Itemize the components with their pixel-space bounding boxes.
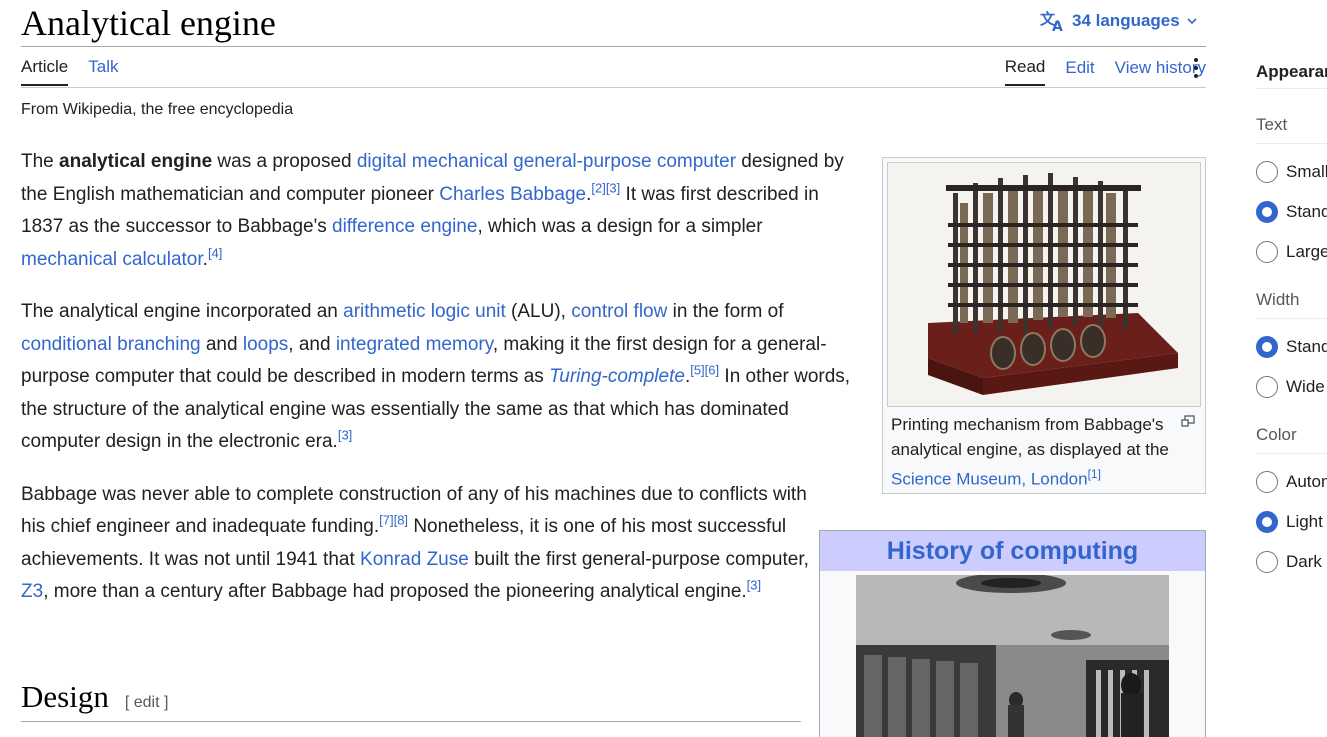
radio-button-icon bbox=[1256, 201, 1278, 223]
paragraph-history: Babbage was never able to complete const… bbox=[21, 483, 809, 603]
link-difference-engine[interactable]: difference engine bbox=[332, 216, 477, 237]
link-control-flow[interactable]: control flow bbox=[571, 301, 667, 322]
radio-label: Automatic bbox=[1286, 472, 1327, 491]
namespace-tabs: Article Talk bbox=[21, 57, 118, 86]
navbox-title[interactable]: History of computing bbox=[820, 531, 1205, 571]
radio-color-dark[interactable]: Dark bbox=[1256, 542, 1327, 582]
radio-text-standard[interactable]: Standard bbox=[1256, 192, 1327, 232]
radio-text-large[interactable]: Large bbox=[1256, 232, 1327, 272]
page-title: Analytical engine bbox=[21, 3, 276, 43]
site-tagline: From Wikipedia, the free encyclopedia bbox=[21, 101, 294, 118]
citation[interactable]: [4] bbox=[208, 245, 222, 260]
radio-label: Standard bbox=[1286, 202, 1327, 221]
link-z3[interactable]: Z3 bbox=[21, 581, 43, 602]
radio-button-icon bbox=[1256, 511, 1278, 533]
section-divider bbox=[21, 721, 801, 722]
tab-talk[interactable]: Talk bbox=[88, 57, 118, 86]
link-loops[interactable]: loops bbox=[243, 334, 288, 355]
svg-text:A: A bbox=[1052, 19, 1063, 32]
tab-edit[interactable]: Edit bbox=[1065, 58, 1094, 85]
radio-width-standard[interactable]: Standard bbox=[1256, 327, 1327, 367]
analytical-engine-image[interactable] bbox=[887, 162, 1201, 407]
image-caption: Printing mechanism from Babbage's analyt… bbox=[887, 407, 1201, 492]
radio-label: Large bbox=[1286, 242, 1327, 261]
image-infobox: Printing mechanism from Babbage's analyt… bbox=[882, 157, 1206, 494]
bold-term: analytical engine bbox=[59, 151, 213, 172]
paragraph-intro: The analytical engine was a proposed dig… bbox=[21, 151, 844, 270]
citation[interactable]: [7][8] bbox=[379, 513, 408, 528]
enlarge-icon[interactable] bbox=[1181, 415, 1195, 427]
article-body: The analytical engine was a proposed dig… bbox=[21, 146, 851, 629]
link-turing-complete[interactable]: Turing-complete bbox=[549, 366, 685, 387]
section-title: Design bbox=[21, 679, 109, 714]
radio-button-icon bbox=[1256, 161, 1278, 183]
panel-divider bbox=[1256, 88, 1327, 89]
chevron-down-icon bbox=[1186, 16, 1198, 26]
link-mechanical-calculator[interactable]: mechanical calculator bbox=[21, 249, 203, 270]
view-tabs: Read Edit View history bbox=[1004, 57, 1206, 86]
panel-divider bbox=[1256, 143, 1327, 144]
radio-label: Standard bbox=[1286, 337, 1327, 356]
panel-divider bbox=[1256, 318, 1327, 319]
more-options-icon[interactable] bbox=[1189, 56, 1203, 80]
eniac-photo[interactable] bbox=[856, 575, 1169, 737]
tab-article[interactable]: Article bbox=[21, 57, 69, 86]
radio-button-icon bbox=[1256, 336, 1278, 358]
radio-label: Small bbox=[1286, 162, 1327, 181]
appearance-panel: Appearance Text Small Standard Large Wid… bbox=[1256, 60, 1327, 737]
text-size-label: Text bbox=[1256, 115, 1288, 134]
radio-color-automatic[interactable]: Automatic bbox=[1256, 462, 1327, 502]
link-konrad-zuse[interactable]: Konrad Zuse bbox=[360, 549, 469, 570]
link-conditional-branching[interactable]: conditional branching bbox=[21, 334, 201, 355]
link-charles-babbage[interactable]: Charles Babbage bbox=[439, 184, 586, 205]
appearance-title: Appearance bbox=[1256, 62, 1327, 81]
tabs-divider bbox=[21, 87, 1206, 88]
link-integrated-memory[interactable]: integrated memory bbox=[336, 334, 493, 355]
history-of-computing-navbox: History of computing bbox=[819, 530, 1206, 737]
panel-divider bbox=[1256, 453, 1327, 454]
tab-read[interactable]: Read bbox=[1004, 57, 1046, 86]
radio-button-icon bbox=[1256, 376, 1278, 398]
section-heading-design: Design [ edit ] bbox=[21, 679, 168, 715]
citation[interactable]: [3] bbox=[747, 578, 761, 593]
radio-width-wide[interactable]: Wide bbox=[1256, 367, 1327, 407]
languages-label: 34 languages bbox=[1072, 11, 1180, 30]
radio-color-light[interactable]: Light bbox=[1256, 502, 1327, 542]
radio-label: Wide bbox=[1286, 377, 1325, 396]
link-digital-computer[interactable]: digital mechanical general-purpose compu… bbox=[357, 151, 736, 172]
link-alu[interactable]: arithmetic logic unit bbox=[343, 301, 506, 322]
section-edit-link[interactable]: [ edit ] bbox=[125, 694, 169, 712]
citation[interactable]: [2][3] bbox=[591, 180, 620, 195]
color-label: Color bbox=[1256, 425, 1297, 444]
radio-button-icon bbox=[1256, 241, 1278, 263]
radio-label: Light bbox=[1286, 512, 1323, 531]
width-label: Width bbox=[1256, 290, 1300, 309]
citation[interactable]: [1] bbox=[1088, 467, 1101, 481]
radio-button-icon bbox=[1256, 551, 1278, 573]
translate-icon: 文 A bbox=[1040, 10, 1066, 32]
radio-label: Dark bbox=[1286, 552, 1322, 571]
radio-button-icon bbox=[1256, 471, 1278, 493]
citation[interactable]: [3] bbox=[338, 428, 352, 443]
title-divider bbox=[21, 46, 1206, 47]
paragraph-features: The analytical engine incorporated an ar… bbox=[21, 301, 851, 452]
languages-button[interactable]: 文 A 34 languages bbox=[1040, 10, 1198, 32]
link-science-museum[interactable]: Science Museum, London bbox=[891, 470, 1088, 489]
citation[interactable]: [5][6] bbox=[690, 363, 719, 378]
radio-text-small[interactable]: Small bbox=[1256, 152, 1327, 192]
